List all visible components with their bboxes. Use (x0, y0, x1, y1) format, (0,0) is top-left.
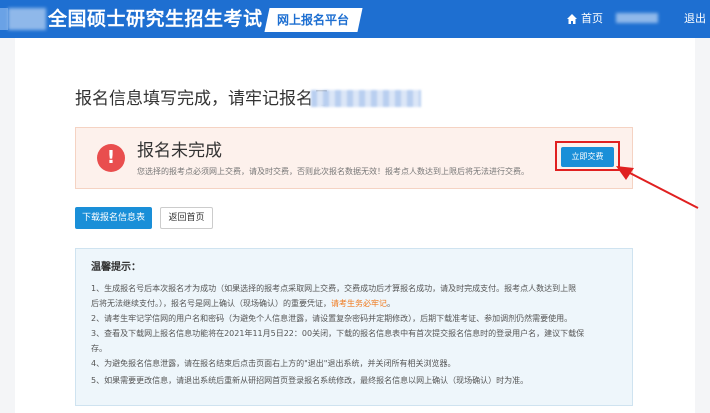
tip-line-2: 后将无法继续支付。），报名号是网上确认（现场确认）的重要凭证，请考生务必牢记。 (91, 296, 395, 311)
redacted-registration-number (311, 90, 421, 107)
back-home-button[interactable]: 返回首页 (160, 207, 213, 229)
top-header: 全国硕士研究生招生考试 网上报名平台 首页 退出 (0, 0, 710, 38)
site-title: 全国硕士研究生招生考试 (48, 8, 263, 30)
alert-title: 报名未完成 (137, 141, 222, 161)
pay-now-button[interactable]: 立即交费 (561, 147, 614, 167)
tip-line-3: 2、请考生牢记学信网的用户名和密码（为避免个人信息泄露，请设置复杂密码并定期修改… (91, 314, 573, 323)
redacted-brand-prefix (0, 8, 8, 30)
tip-line-6: 4、为避免报名信息泄露，请在报名结束后点击页面右上方的"退出"退出系统，并关闭所… (91, 359, 456, 368)
payment-alert: ! 报名未完成 您选择的报考点必须网上交费，请及时交费，否则此次报名数据无效！报… (75, 127, 633, 189)
exclamation-icon: ! (97, 144, 125, 172)
completion-message: 报名信息填写完成，请牢记报名号： (75, 89, 347, 109)
tip-line-4: 3、查看及下载网上报名信息功能将在2021年11月5日22：00关闭，下载的报名… (91, 329, 585, 338)
redacted-username (616, 13, 658, 23)
platform-tag: 网上报名平台 (264, 8, 363, 32)
brand: 全国硕士研究生招生考试 (0, 0, 262, 38)
redacted-brand-logo (8, 8, 46, 30)
download-form-button[interactable]: 下载报名信息表 (75, 207, 152, 229)
tips-panel: 温馨提示： 1、生成报名号后本次报名才为成功（如果选择的报考点采取网上交费，交费… (75, 248, 633, 406)
logout-link[interactable]: 退出 (684, 11, 706, 27)
home-label: 首页 (581, 12, 603, 25)
home-icon (567, 14, 577, 24)
annotation-arrow (616, 166, 699, 209)
alert-description: 您选择的报考点必须网上交费，请及时交费，否则此次报名数据无效！报考点人数达到上限… (137, 167, 529, 176)
tip-line-5: 存。 (91, 344, 107, 353)
tip-line-1: 1、生成报名号后本次报名才为成功（如果选择的报考点采取网上交费，交费成功后才算报… (91, 284, 577, 293)
platform-label: 网上报名平台 (277, 13, 350, 27)
tip-highlight: 请考生务必牢记 (331, 299, 387, 308)
tip-line-2-text: 后将无法继续支付。），报名号是网上确认（现场确认）的重要凭证， (91, 299, 331, 308)
tips-title: 温馨提示： (91, 262, 141, 273)
home-link[interactable]: 首页 (566, 11, 603, 27)
tip-line-7: 5、如果需要更改信息，请退出系统后重新从研招网首页登录报名系统修改，最终报名信息… (91, 376, 529, 385)
tip-line-2-end: 。 (387, 299, 395, 308)
